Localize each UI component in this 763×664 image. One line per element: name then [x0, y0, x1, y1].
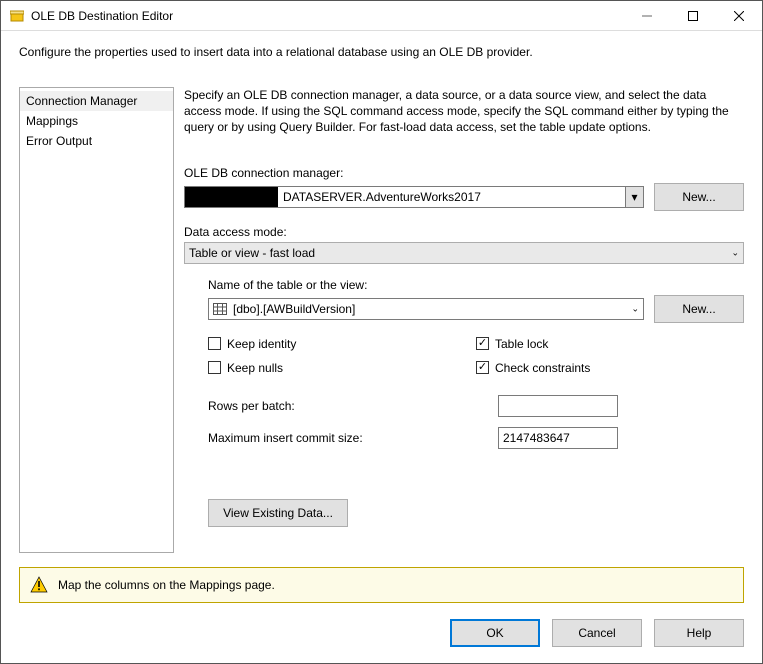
table-icon [213, 303, 227, 315]
table-name-dropdown[interactable]: [dbo].[AWBuildVersion] ⌄ [208, 298, 644, 320]
keep-identity-checkbox[interactable] [208, 337, 221, 350]
rows-per-batch-label: Rows per batch: [208, 399, 498, 413]
page-description: Configure the properties used to insert … [1, 31, 762, 85]
chevron-down-icon: ⌄ [631, 303, 639, 314]
conn-mgr-label: OLE DB connection manager: [184, 166, 744, 180]
sidebar: Connection Manager Mappings Error Output [19, 87, 174, 553]
redacted-server-name [185, 187, 278, 207]
minimize-button[interactable] [624, 1, 670, 30]
conn-mgr-value: DATASERVER.AdventureWorks2017 [283, 190, 481, 204]
table-name-label: Name of the table or the view: [208, 278, 744, 292]
check-constraints-checkbox[interactable]: ✓ [476, 361, 489, 374]
warning-icon [30, 576, 48, 594]
sidebar-item-error-output[interactable]: Error Output [20, 131, 173, 151]
app-icon [9, 8, 25, 24]
table-name-value: [dbo].[AWBuildVersion] [233, 302, 355, 316]
title-bar: OLE DB Destination Editor [1, 1, 762, 31]
keep-identity-label: Keep identity [227, 337, 296, 351]
table-lock-checkbox[interactable]: ✓ [476, 337, 489, 350]
dropdown-caret-icon: ▾ [625, 187, 643, 207]
instructions-text: Specify an OLE DB connection manager, a … [184, 87, 744, 136]
conn-mgr-dropdown[interactable]: DATASERVER.AdventureWorks2017 ▾ [184, 186, 644, 208]
dialog-button-bar: OK Cancel Help [1, 609, 762, 663]
check-constraints-label: Check constraints [495, 361, 590, 375]
new-table-button[interactable]: New... [654, 295, 744, 323]
max-commit-label: Maximum insert commit size: [208, 431, 498, 445]
view-existing-data-button[interactable]: View Existing Data... [208, 499, 348, 527]
main-panel: Specify an OLE DB connection manager, a … [184, 87, 744, 553]
cancel-button[interactable]: Cancel [552, 619, 642, 647]
new-connection-button[interactable]: New... [654, 183, 744, 211]
maximize-button[interactable] [670, 1, 716, 30]
table-lock-label: Table lock [495, 337, 548, 351]
ok-button[interactable]: OK [450, 619, 540, 647]
keep-nulls-checkbox[interactable] [208, 361, 221, 374]
sidebar-item-connection-manager[interactable]: Connection Manager [20, 91, 173, 111]
warning-bar: Map the columns on the Mappings page. [19, 567, 744, 603]
keep-nulls-label: Keep nulls [227, 361, 283, 375]
help-button[interactable]: Help [654, 619, 744, 647]
sidebar-item-label: Error Output [26, 134, 92, 148]
access-mode-dropdown[interactable]: Table or view - fast load ⌄ [184, 242, 744, 264]
chevron-down-icon: ⌄ [731, 247, 739, 258]
access-mode-label: Data access mode: [184, 225, 744, 239]
close-button[interactable] [716, 1, 762, 30]
window-title: OLE DB Destination Editor [31, 9, 624, 23]
max-commit-input[interactable] [498, 427, 618, 449]
access-mode-value: Table or view - fast load [189, 246, 315, 260]
sidebar-item-label: Connection Manager [26, 94, 137, 108]
warning-text: Map the columns on the Mappings page. [58, 578, 275, 592]
sidebar-item-mappings[interactable]: Mappings [20, 111, 173, 131]
sidebar-item-label: Mappings [26, 114, 78, 128]
rows-per-batch-input[interactable] [498, 395, 618, 417]
